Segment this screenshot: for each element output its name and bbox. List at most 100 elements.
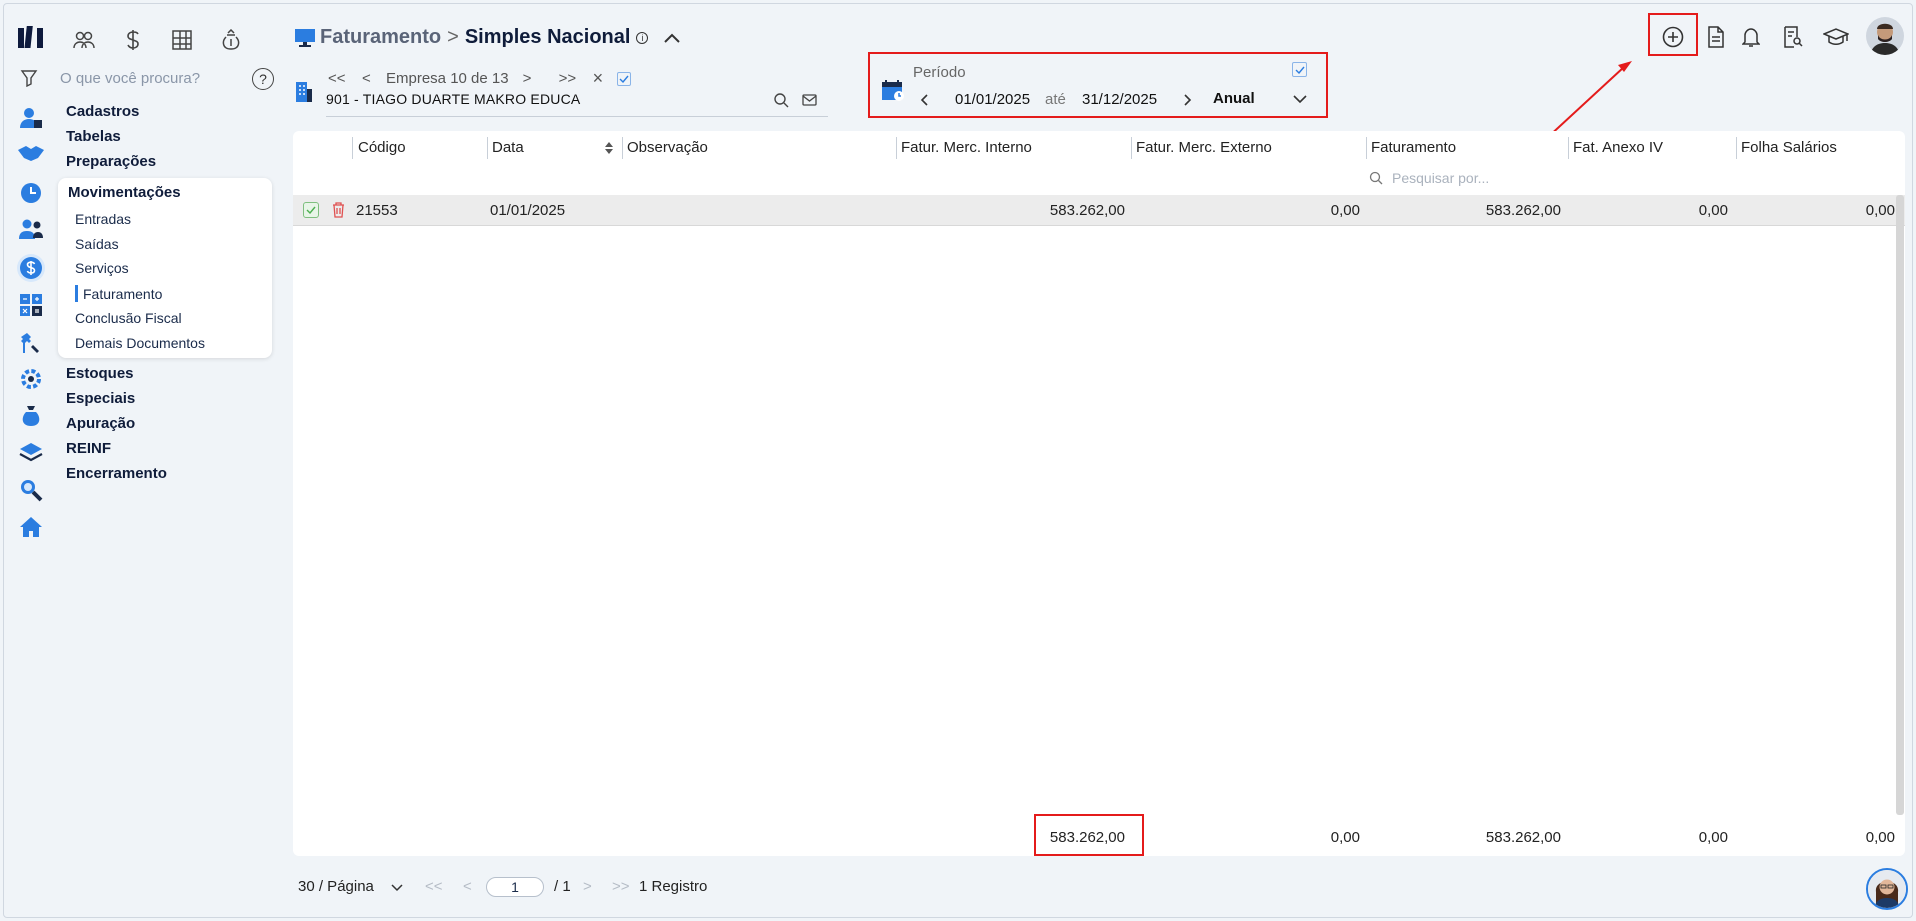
clock-icon[interactable] xyxy=(18,180,44,206)
menu-encerramento[interactable]: Encerramento xyxy=(66,465,167,482)
company-position: Empresa 10 de 13 xyxy=(386,70,509,87)
submenu-conclusao-fiscal[interactable]: Conclusão Fiscal xyxy=(75,310,182,326)
add-circle-icon[interactable] xyxy=(1660,24,1686,50)
menu-reinf[interactable]: REINF xyxy=(66,440,111,457)
tools-icon[interactable] xyxy=(18,330,44,356)
menu-cadastros[interactable]: Cadastros xyxy=(66,103,139,120)
table-scrollbar[interactable] xyxy=(1896,195,1904,815)
filter-icon[interactable] xyxy=(20,69,38,87)
col-fatur-merc-interno[interactable]: Fatur. Merc. Interno xyxy=(901,139,1032,156)
period-start-input[interactable]: 01/01/2025 xyxy=(955,91,1030,108)
company-name[interactable]: 901 - TIAGO DUARTE MAKRO EDUCA xyxy=(326,91,580,107)
help-icon[interactable]: ? xyxy=(252,68,274,90)
col-fat-anexo-iv[interactable]: Fat. Anexo IV xyxy=(1573,139,1663,156)
monitor-icon xyxy=(294,28,316,48)
last-page-button[interactable]: >> xyxy=(612,878,630,895)
col-separator xyxy=(1131,137,1132,159)
people-icon[interactable] xyxy=(70,26,98,54)
cell-faturamento: 583.262,00 xyxy=(1485,202,1561,219)
submenu-servicos[interactable]: Serviços xyxy=(75,260,129,276)
graduation-cap-icon[interactable] xyxy=(1821,24,1851,50)
period-prev-icon[interactable] xyxy=(917,91,931,109)
cell-folha: 0,00 xyxy=(1865,202,1895,219)
global-search-input[interactable]: O que você procura? xyxy=(60,70,200,87)
menu-preparacoes[interactable]: Preparações xyxy=(66,153,156,170)
cell-interno: 583.262,00 xyxy=(1049,202,1125,219)
period-until-label: até xyxy=(1045,91,1066,108)
cell-codigo: 21553 xyxy=(356,202,398,219)
calculator-blue-icon[interactable] xyxy=(18,292,44,318)
column-search-icon xyxy=(1368,170,1384,186)
bell-icon[interactable] xyxy=(1738,24,1764,50)
mail-icon[interactable] xyxy=(800,91,818,109)
menu-especiais[interactable]: Especiais xyxy=(66,390,135,407)
menu-tabelas[interactable]: Tabelas xyxy=(66,128,121,145)
page-input[interactable]: 1 xyxy=(486,877,544,897)
first-page-button[interactable]: << xyxy=(425,878,443,895)
calculator-icon[interactable] xyxy=(168,26,196,54)
cell-data: 01/01/2025 xyxy=(490,202,566,219)
stock-gear-icon[interactable] xyxy=(18,366,44,392)
submenu-entradas[interactable]: Entradas xyxy=(75,211,131,227)
col-data[interactable]: Data xyxy=(492,139,524,156)
first-company-button[interactable]: << xyxy=(328,70,348,87)
submenu-saidas[interactable]: Saídas xyxy=(75,236,119,252)
next-company-button[interactable]: > xyxy=(523,70,541,87)
col-faturamento[interactable]: Faturamento xyxy=(1371,139,1456,156)
search-icon[interactable] xyxy=(772,91,790,109)
handshake-icon[interactable] xyxy=(16,143,46,163)
last-company-button[interactable]: >> xyxy=(559,70,579,87)
menu-movimentacoes[interactable]: Movimentações xyxy=(68,184,181,201)
period-type-select[interactable]: Anual xyxy=(1213,90,1255,107)
dollar-icon[interactable] xyxy=(119,26,147,54)
col-observacao[interactable]: Observação xyxy=(627,139,708,156)
info-icon[interactable]: i xyxy=(636,31,649,44)
home-icon[interactable] xyxy=(18,514,44,540)
money-bag-blue-icon[interactable] xyxy=(18,403,44,429)
col-separator xyxy=(1568,137,1569,159)
close-company-button[interactable]: × xyxy=(593,68,604,89)
menu-apuracao[interactable]: Apuração xyxy=(66,415,135,432)
record-count: 1 Registro xyxy=(639,878,708,895)
next-page-button[interactable]: > xyxy=(583,878,592,895)
delete-icon[interactable] xyxy=(330,201,346,219)
calendar-icon xyxy=(880,78,906,102)
prev-company-button[interactable]: < xyxy=(362,70,380,87)
total-folha: 0,00 xyxy=(1865,829,1895,846)
breadcrumb-parent[interactable]: Faturamento xyxy=(320,26,441,49)
magnifier-icon[interactable] xyxy=(18,477,44,503)
row-checkbox[interactable] xyxy=(303,202,319,218)
chevron-up-icon[interactable] xyxy=(664,33,681,43)
col-fatur-merc-externo[interactable]: Fatur. Merc. Externo xyxy=(1136,139,1272,156)
team-icon[interactable] xyxy=(18,216,44,242)
col-codigo[interactable]: Código xyxy=(358,139,406,156)
submenu-demais-documentos[interactable]: Demais Documentos xyxy=(75,335,205,351)
app-logo[interactable] xyxy=(16,24,46,54)
active-indicator xyxy=(75,285,78,302)
assistant-avatar[interactable] xyxy=(1866,868,1908,910)
page-title: Faturamento > Simples Nacional i xyxy=(320,26,681,49)
period-end-input[interactable]: 31/12/2025 xyxy=(1082,91,1157,108)
report-search-icon[interactable] xyxy=(1780,24,1806,50)
dollar-circle-icon[interactable] xyxy=(16,253,46,283)
prev-page-button[interactable]: < xyxy=(463,878,472,895)
period-selector xyxy=(868,52,1328,118)
page-size-chevron-icon[interactable] xyxy=(390,882,404,894)
col-folha-salarios[interactable]: Folha Salários xyxy=(1741,139,1837,156)
menu-estoques[interactable]: Estoques xyxy=(66,365,134,382)
sort-icon[interactable] xyxy=(603,139,615,157)
submenu-faturamento[interactable]: Faturamento xyxy=(83,286,162,302)
user-avatar[interactable] xyxy=(1866,17,1904,55)
document-icon[interactable] xyxy=(1703,24,1729,50)
cell-externo: 0,00 xyxy=(1330,202,1360,219)
money-bag-icon[interactable] xyxy=(217,26,245,54)
column-search-input[interactable]: Pesquisar por... xyxy=(1392,170,1489,186)
page-size-select[interactable]: 30 / Página xyxy=(298,878,374,895)
period-label: Período xyxy=(913,64,966,81)
user-register-icon[interactable] xyxy=(18,105,44,131)
layers-icon[interactable] xyxy=(18,440,44,466)
col-separator xyxy=(1736,137,1737,159)
company-checkbox[interactable] xyxy=(617,71,632,86)
period-next-icon[interactable] xyxy=(1181,91,1195,109)
company-underline xyxy=(326,116,828,117)
